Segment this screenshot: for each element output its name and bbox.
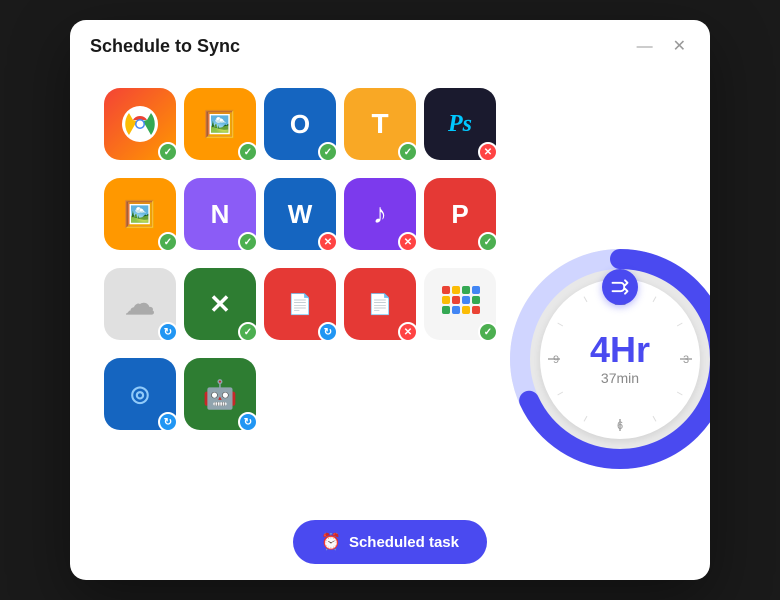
app-icon-photoshop[interactable]: Ps✕ <box>424 88 496 160</box>
badge-pdf1: ↻ <box>318 322 338 342</box>
app-icon-inner-apps: ✓ <box>424 268 496 340</box>
clock-container: 12 3 6 9 4Hr 37min <box>510 249 710 469</box>
app-icon-inner-text: T✓ <box>344 88 416 160</box>
badge-music: ✕ <box>398 232 418 252</box>
badge-pdf2: ✕ <box>398 322 418 342</box>
minimize-button[interactable]: — <box>633 37 657 57</box>
clock-time-display: 4Hr 37min <box>590 332 650 386</box>
badge-cloud: ↻ <box>158 322 178 342</box>
bottom-bar: ⏰ Scheduled task <box>70 504 710 580</box>
app-icon-ppt[interactable]: P✓ <box>424 178 496 250</box>
clock-outer: 12 3 6 9 4Hr 37min <box>510 249 710 469</box>
shuffle-svg <box>610 277 630 297</box>
app-icon-word2[interactable]: W✕ <box>264 178 336 250</box>
app-icon-inner-photoshop: Ps✕ <box>424 88 496 160</box>
app-icon-ring[interactable]: ◎↻ <box>104 358 176 430</box>
shuffle-icon <box>602 269 638 305</box>
badge-android: ↻ <box>238 412 258 432</box>
app-icon-cloud[interactable]: ☁↻ <box>104 268 176 340</box>
clock-minutes: 37min <box>601 370 639 386</box>
badge-xls: ✓ <box>238 322 258 342</box>
app-icon-apps[interactable]: ✓ <box>424 268 496 340</box>
app-icon-chrome[interactable]: ✓ <box>104 88 176 160</box>
content-area: ✓🖼️✓O✓T✓Ps✕🖼️✓N✓W✕♪✕P✓☁↻✕✓📄↻📄✕ ✓◎↻🤖↻ <box>70 69 710 504</box>
svg-text:3: 3 <box>683 354 689 366</box>
app-icon-inner-gallery1: 🖼️✓ <box>184 88 256 160</box>
app-icon-inner-notion: N✓ <box>184 178 256 250</box>
app-icon-inner-word2: W✕ <box>264 178 336 250</box>
app-icon-inner-gallery2: 🖼️✓ <box>104 178 176 250</box>
app-icon-word1[interactable]: O✓ <box>264 88 336 160</box>
app-icon-inner-pdf2: 📄✕ <box>344 268 416 340</box>
app-icon-text[interactable]: T✓ <box>344 88 416 160</box>
app-icon-xls[interactable]: ✕✓ <box>184 268 256 340</box>
app-icon-android[interactable]: 🤖↻ <box>184 358 256 430</box>
badge-text: ✓ <box>398 142 418 162</box>
clock-inner: 12 3 6 9 4Hr 37min <box>540 279 700 439</box>
badge-word1: ✓ <box>318 142 338 162</box>
clock-icon: ⏰ <box>321 532 341 552</box>
scheduled-task-label: Scheduled task <box>349 534 459 551</box>
app-icon-music[interactable]: ♪✕ <box>344 178 416 250</box>
scheduled-task-button[interactable]: ⏰ Scheduled task <box>293 520 487 564</box>
app-icon-inner-android: 🤖↻ <box>184 358 256 430</box>
badge-photoshop: ✕ <box>478 142 498 162</box>
app-icon-inner-pdf1: 📄↻ <box>264 268 336 340</box>
badge-notion: ✓ <box>238 232 258 252</box>
badge-chrome: ✓ <box>158 142 178 162</box>
svg-text:9: 9 <box>553 354 559 366</box>
app-icon-inner-word1: O✓ <box>264 88 336 160</box>
app-icon-inner-ppt: P✓ <box>424 178 496 250</box>
app-icon-inner-chrome: ✓ <box>104 88 176 160</box>
close-button[interactable]: ✕ <box>669 37 690 57</box>
app-icon-inner-music: ♪✕ <box>344 178 416 250</box>
app-icon-inner-xls: ✕✓ <box>184 268 256 340</box>
badge-gallery1: ✓ <box>238 142 258 162</box>
title-bar: Schedule to Sync — ✕ <box>70 20 710 69</box>
badge-ring: ↻ <box>158 412 178 432</box>
main-window: Schedule to Sync — ✕ ✓🖼️✓O✓T✓Ps✕🖼️✓N✓W✕♪… <box>70 20 710 580</box>
badge-gallery2: ✓ <box>158 232 178 252</box>
app-icon-inner-cloud: ☁↻ <box>104 268 176 340</box>
clock-hours: 4Hr <box>590 332 650 368</box>
svg-text:6: 6 <box>617 420 623 432</box>
app-icon-gallery2[interactable]: 🖼️✓ <box>104 178 176 250</box>
app-icon-gallery1[interactable]: 🖼️✓ <box>184 88 256 160</box>
window-title: Schedule to Sync <box>90 36 240 57</box>
app-icon-pdf1[interactable]: 📄↻ <box>264 268 336 340</box>
app-icon-inner-ring: ◎↻ <box>104 358 176 430</box>
window-controls: — ✕ <box>633 37 690 57</box>
badge-apps: ✓ <box>478 322 498 342</box>
badge-ppt: ✓ <box>478 232 498 252</box>
app-icon-pdf2[interactable]: 📄✕ <box>344 268 416 340</box>
app-icon-notion[interactable]: N✓ <box>184 178 256 250</box>
badge-word2: ✕ <box>318 232 338 252</box>
